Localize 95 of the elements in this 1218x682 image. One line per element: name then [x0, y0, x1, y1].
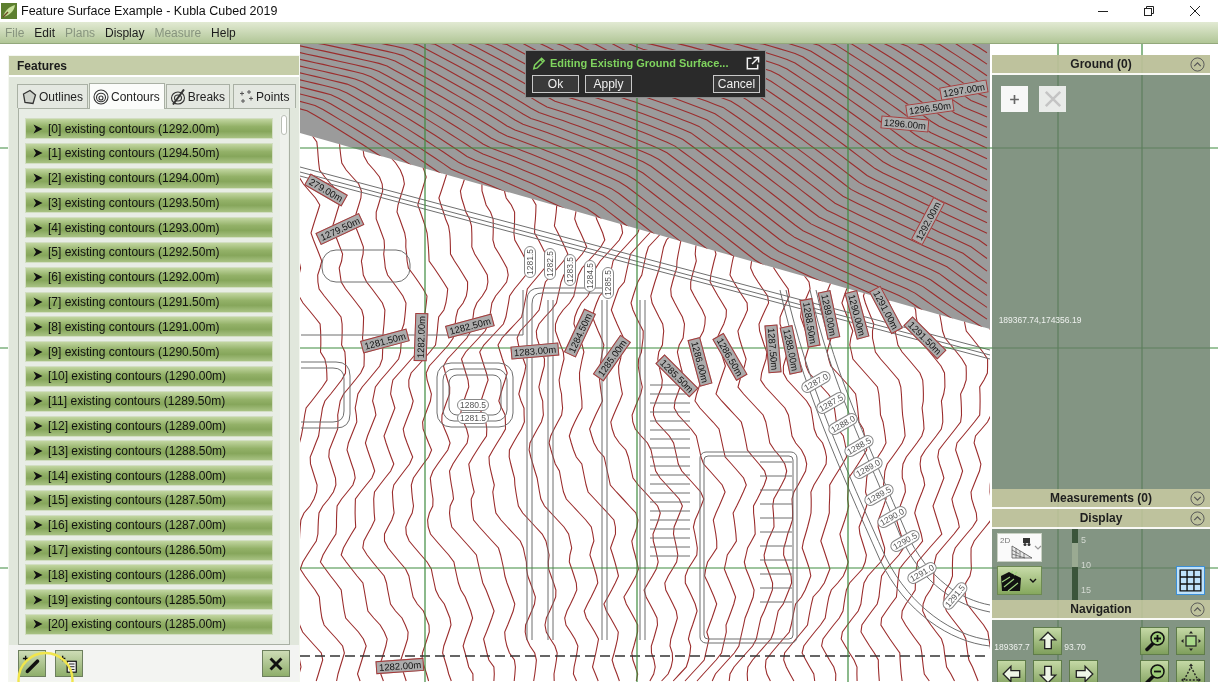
contour-list-item[interactable]: [12] existing contours (1289.00m) — [25, 415, 273, 437]
zoom-in-icon — [1143, 630, 1166, 652]
close-icon — [1190, 6, 1200, 16]
plus-icon — [1009, 93, 1020, 105]
scale-tick-label: 5 — [1081, 535, 1087, 545]
contour-list-item[interactable]: [15] existing contours (1287.50m) — [25, 489, 273, 511]
grid-icon — [1179, 569, 1202, 592]
coordinate-label: 189367.74,174356.19 — [998, 315, 1082, 325]
tab[interactable]: Outlines — [17, 84, 89, 108]
coordinate-label: 93.70 — [1064, 642, 1086, 652]
contour-list-item[interactable]: [5] existing contours (1292.50m) — [25, 242, 273, 263]
add-button[interactable] — [1001, 86, 1028, 112]
navigation-section-header[interactable]: Navigation — [992, 600, 1210, 620]
contour-rings-icon — [93, 88, 110, 105]
window-title: Feature Surface Example - Kubla Cubed 2019 — [21, 4, 278, 18]
elevation-label: 1281.5 — [524, 246, 536, 278]
terrain-style-dropdown[interactable] — [997, 566, 1042, 595]
scale-tick-label: 10 — [1081, 560, 1091, 570]
contour-list-item[interactable]: [18] existing contours (1286.00m) — [25, 564, 273, 586]
contour-list-item[interactable]: [16] existing contours (1287.00m) — [25, 514, 273, 536]
contour-list-item[interactable]: [19] existing contours (1285.50m) — [25, 589, 273, 611]
tab[interactable]: Points — [233, 84, 297, 108]
rings-slash-icon — [169, 88, 186, 105]
pan-up-button[interactable] — [1033, 627, 1062, 655]
tab[interactable]: Contours — [89, 83, 165, 109]
contour-list-item[interactable]: [7] existing contours (1291.50m) — [25, 291, 273, 313]
pencil-plus-icon — [22, 653, 42, 674]
add-page-button[interactable] — [55, 650, 83, 677]
restore-icon — [1144, 6, 1154, 16]
ground-section-header[interactable]: Ground (0) — [992, 55, 1210, 75]
contour-list-item[interactable]: [4] existing contours (1293.00m) — [25, 217, 273, 239]
display-section-header[interactable]: Display — [992, 509, 1210, 529]
close-icon — [1043, 90, 1062, 108]
dialog-button[interactable]: Ok — [532, 75, 579, 93]
scale-slider-track[interactable] — [1072, 529, 1078, 600]
elevation-label: 1284.5 — [584, 260, 596, 292]
left-arrow-icon — [1000, 663, 1023, 682]
tab[interactable]: Breaks — [165, 84, 231, 108]
contour-list-item[interactable]: [2] existing contours (1294.00m) — [25, 167, 273, 189]
contour-list-item[interactable]: [14] existing contours (1288.00m) — [25, 465, 273, 487]
up-arrow-icon — [1036, 630, 1059, 652]
caret-icon — [1029, 578, 1037, 583]
dialog-title: Editing Existing Ground Surface... — [550, 57, 729, 69]
scale-tick-label: 15 — [1081, 585, 1091, 595]
caret-icon — [1034, 545, 1043, 550]
contour-list-item[interactable]: [8] existing contours (1291.00m) — [25, 316, 273, 338]
select-extent-button[interactable] — [1176, 660, 1205, 682]
zoom-out-icon — [1143, 663, 1166, 682]
elevation-label: 1281.5 — [457, 412, 489, 424]
grid-toggle-button[interactable] — [1176, 566, 1205, 595]
contour-list-item[interactable]: [0] existing contours (1292.00m) — [25, 118, 273, 139]
contour-list-item[interactable]: [20] existing contours (1285.00m) — [25, 613, 273, 635]
contour-list-item[interactable]: [17] existing contours (1286.50m) — [25, 539, 273, 561]
terrain-map-icon — [1000, 569, 1022, 592]
menu-item[interactable]: Edit — [29, 23, 61, 42]
external-link-icon[interactable] — [745, 55, 760, 71]
fit-view-icon — [1179, 630, 1202, 652]
points-icon — [238, 88, 255, 105]
app-logo-icon — [1, 3, 17, 19]
pan-right-button[interactable] — [1069, 660, 1098, 682]
fit-view-button[interactable] — [1176, 627, 1205, 655]
menu-item[interactable]: Help — [206, 23, 241, 42]
dialog-button[interactable]: Apply — [585, 75, 632, 93]
slider-thumb[interactable] — [1072, 543, 1078, 568]
menu-item[interactable]: Display — [100, 23, 150, 42]
camera-grid-icon — [1011, 536, 1034, 559]
zoom-out-button[interactable] — [1140, 660, 1169, 682]
elevation-label: 1283.5 — [564, 254, 576, 286]
elevation-label: 1282.5 — [544, 248, 556, 280]
measurements-section-header[interactable]: Measurements (0) — [992, 489, 1210, 509]
elevation-label: 1280.5 — [457, 399, 489, 411]
down-arrow-icon — [1036, 663, 1059, 682]
zoom-in-button[interactable] — [1140, 627, 1169, 655]
elevation-label: 1285.5 — [602, 267, 614, 299]
contour-list-item[interactable]: [10] existing contours (1290.00m) — [25, 365, 273, 387]
pencil-icon — [532, 56, 546, 70]
dotted-triangle-icon — [1179, 663, 1202, 682]
contour-list-item[interactable]: [3] existing contours (1293.50m) — [25, 192, 273, 214]
contour-list-item[interactable]: [6] existing contours (1292.00m) — [25, 266, 273, 288]
outline-shape-icon — [21, 88, 37, 105]
view-mode-dropdown[interactable]: 2D — [997, 533, 1042, 562]
coordinate-label: 189367.7 — [994, 642, 1030, 652]
dialog-button[interactable]: Cancel — [713, 75, 760, 93]
scrollbar-thumb[interactable] — [281, 115, 287, 135]
contour-list-item[interactable]: [9] existing contours (1290.50m) — [25, 341, 273, 363]
pan-down-button[interactable] — [1033, 660, 1062, 682]
contour-list-item[interactable]: [1] existing contours (1294.50m) — [25, 142, 273, 164]
scrollbar-track[interactable] — [280, 115, 288, 640]
delete-button[interactable] — [262, 650, 290, 677]
contour-list-item[interactable]: [11] existing contours (1289.50m) — [25, 390, 273, 412]
panel-header: Features — [9, 56, 299, 77]
contour-list-item[interactable]: [13] existing contours (1288.50m) — [25, 440, 273, 462]
highlight-ring-icon — [17, 649, 74, 682]
page-plus-icon — [59, 653, 79, 674]
pan-left-button[interactable] — [997, 660, 1026, 682]
